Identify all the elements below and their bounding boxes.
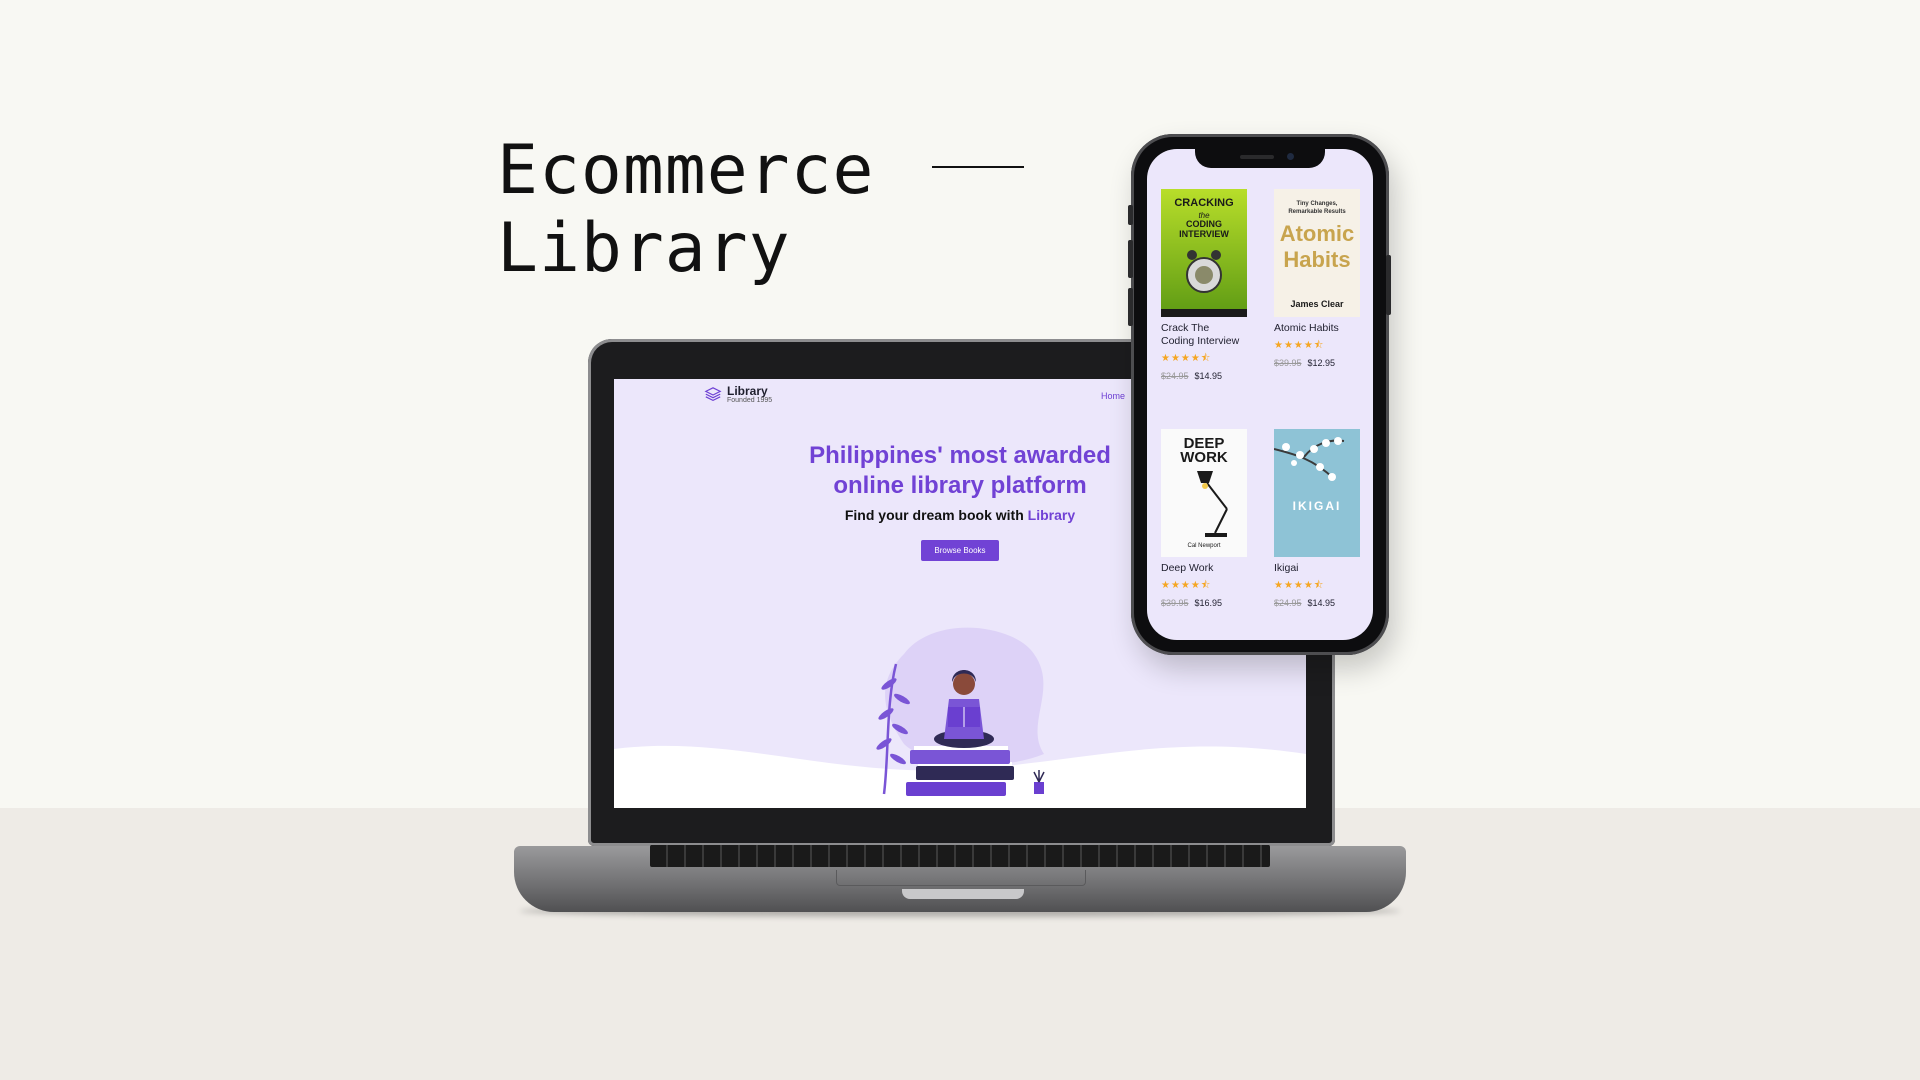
book-cover-ikigai[interactable]: IKIGAI	[1274, 429, 1360, 557]
cover-text: Cal Newport	[1187, 543, 1221, 549]
book-title[interactable]: Crack The Coding Interview	[1161, 322, 1241, 348]
book-prices: $24.95 $14.95	[1274, 598, 1373, 608]
cover-text: CRACKING	[1174, 197, 1234, 209]
price-new: $12.95	[1307, 358, 1336, 368]
book-card-deep-work[interactable]: DEEP WORK Cal Newport Deep Work ★★★★⯪ $3…	[1161, 429, 1261, 608]
cover-text: Tiny Changes,	[1296, 201, 1338, 207]
hero-subtitle-prefix: Find your dream book with	[844, 507, 1028, 523]
rating-stars-icon: ★★★★⯪	[1274, 580, 1325, 591]
headline-line1: Ecommerce	[497, 131, 875, 210]
price-new: $14.95	[1194, 371, 1223, 381]
price-old: $39.95	[1274, 358, 1302, 368]
reading-girl-illustration	[876, 627, 1045, 796]
headline-line2: Library	[497, 209, 791, 288]
cover-text: IKIGAI	[1292, 499, 1342, 513]
book-prices: $39.95 $12.95	[1274, 358, 1373, 368]
nav-home-link[interactable]: Home	[1101, 391, 1125, 401]
book-cover-atomic-habits[interactable]: Tiny Changes, Remarkable Results Atomic …	[1274, 189, 1360, 317]
desk-lamp-icon	[1197, 471, 1228, 537]
headline-rule	[932, 166, 1024, 168]
laptop-front-notch	[902, 889, 1024, 899]
cover-text: WORK	[1180, 449, 1228, 466]
rating-stars-icon: ★★★★⯪	[1274, 340, 1325, 351]
book-prices: $39.95 $16.95	[1161, 598, 1261, 608]
cover-text: Atomic	[1279, 221, 1355, 246]
book-card-ikigai[interactable]: IKIGAI Ikigai ★★★★⯪ $24.95 $14.95	[1274, 429, 1373, 608]
book-cover-deep-work[interactable]: DEEP WORK Cal Newport	[1161, 429, 1247, 557]
price-old: $24.95	[1161, 371, 1189, 381]
book-title[interactable]: Deep Work	[1161, 562, 1241, 575]
phone-screen: CRACKING the CODING INTERVIEW Crack The …	[1147, 149, 1373, 640]
rating-stars-icon: ★★★★⯪	[1161, 580, 1212, 591]
book-title[interactable]: Ikigai	[1274, 562, 1354, 575]
price-new: $14.95	[1307, 598, 1336, 608]
cover-footer-band	[1161, 309, 1247, 317]
cover-text: Remarkable Results	[1288, 209, 1346, 215]
hero-subtitle-accent: Library	[1027, 507, 1076, 523]
price-old: $24.95	[1274, 598, 1302, 608]
phone-volume-down	[1128, 288, 1133, 326]
book-card-atomic-habits[interactable]: Tiny Changes, Remarkable Results Atomic …	[1274, 189, 1373, 368]
book-title[interactable]: Atomic Habits	[1274, 322, 1354, 335]
rating-stars-icon: ★★★★⯪	[1161, 353, 1212, 364]
phone-mute-switch	[1128, 205, 1133, 225]
laptop-trackpad	[836, 870, 1086, 886]
phone-volume-up	[1128, 240, 1133, 278]
book-cover-cracking[interactable]: CRACKING the CODING INTERVIEW	[1161, 189, 1247, 317]
site-logo[interactable]: Library Founded 1995	[704, 385, 772, 404]
phone-speaker	[1240, 155, 1274, 159]
price-old: $39.95	[1161, 598, 1189, 608]
phone-power-button	[1386, 255, 1391, 315]
cover-text: James Clear	[1290, 299, 1344, 309]
page-headline: Ecommerce Library	[497, 132, 874, 288]
browse-books-button[interactable]: Browse Books	[921, 540, 999, 561]
cherry-blossom-icon	[1274, 437, 1345, 481]
site-logo-sub: Founded 1995	[727, 397, 773, 404]
price-new: $16.95	[1194, 598, 1223, 608]
cover-text: CODING INTERVIEW	[1179, 219, 1229, 239]
cover-text: Habits	[1283, 247, 1351, 272]
phone-camera	[1287, 153, 1294, 160]
book-prices: $24.95 $14.95	[1161, 371, 1261, 381]
site-logo-name: Library	[727, 384, 768, 398]
laptop-keyboard-keys	[650, 845, 1270, 867]
book-card-cracking[interactable]: CRACKING the CODING INTERVIEW Crack The …	[1161, 189, 1261, 381]
books-logo-icon	[704, 386, 722, 401]
alarm-clock-icon	[1186, 250, 1222, 293]
